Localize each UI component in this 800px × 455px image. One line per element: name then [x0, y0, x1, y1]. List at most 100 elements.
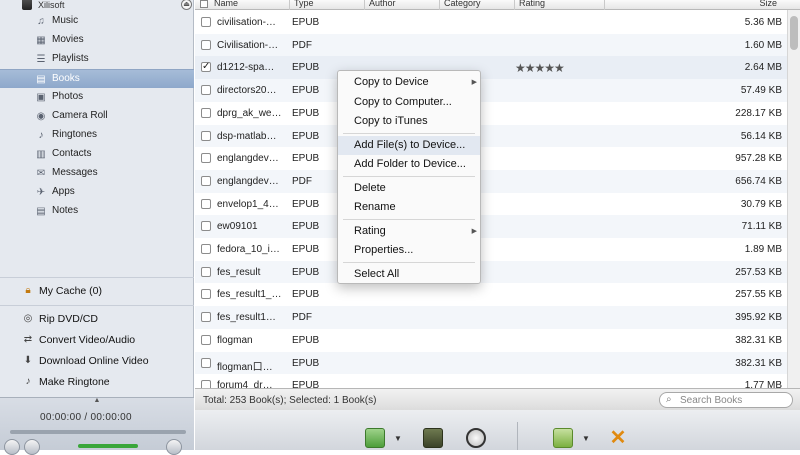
- eject-icon[interactable]: ⏏: [181, 0, 192, 10]
- column-header-size[interactable]: Size: [605, 0, 785, 10]
- collapse-toggle-icon[interactable]: ▲: [90, 397, 104, 404]
- menu-item-copy-to-computer[interactable]: Copy to Computer...: [338, 93, 480, 112]
- row-checkbox[interactable]: [201, 289, 211, 300]
- add-files-button[interactable]: [550, 426, 576, 450]
- book-size: 382.31 KB: [735, 357, 782, 369]
- sidebar-item-notes[interactable]: ▤ Notes: [0, 202, 194, 221]
- sidebar-item-camera-roll[interactable]: ◉ Camera Roll: [0, 107, 194, 126]
- sidebar-item-label: Music: [52, 15, 79, 26]
- menu-item-add-file-s-to-device[interactable]: Add File(s) to Device...: [338, 135, 480, 155]
- row-checkbox[interactable]: [201, 244, 211, 254]
- column-header-name[interactable]: Name: [210, 0, 290, 10]
- book-name: ew09101: [217, 221, 258, 233]
- tool-convert-video-audio[interactable]: ⇄ Convert Video/Audio: [0, 330, 194, 350]
- select-all-checkbox[interactable]: [200, 0, 208, 8]
- submenu-arrow-icon: ▶: [471, 227, 477, 235]
- row-checkbox[interactable]: [201, 312, 211, 323]
- row-checkbox[interactable]: [201, 380, 211, 388]
- column-header-category[interactable]: Category: [440, 0, 515, 10]
- sidebar-item-music[interactable]: ♫ Music: [0, 12, 194, 31]
- search-input[interactable]: [680, 394, 788, 406]
- tool-download-online-video[interactable]: ⬇ Download Online Video: [0, 351, 194, 371]
- table-row[interactable]: dprg_ak_we… EPUB 228.17 KB: [195, 102, 800, 125]
- column-header-type[interactable]: Type: [290, 0, 365, 10]
- menu-item-properties[interactable]: Properties...: [338, 241, 480, 260]
- column-header-rating[interactable]: Rating: [515, 0, 605, 10]
- add-to-device-button[interactable]: [362, 426, 388, 450]
- menu-item-label: Delete: [354, 181, 386, 194]
- add-to-device-icon: [365, 428, 385, 448]
- menu-item-rename[interactable]: Rename: [338, 198, 480, 217]
- export-to-computer-button[interactable]: [420, 426, 446, 450]
- table-row[interactable]: dsp-matlab… EPUB 56.14 KB: [195, 124, 800, 148]
- table-row[interactable]: forum4_dr… EPUB 1.77 MB: [195, 374, 800, 388]
- book-size: 257.53 KB: [735, 266, 782, 278]
- table-row[interactable]: envelop1_4… EPUB 30.79 KB: [195, 193, 800, 216]
- row-checkbox[interactable]: [201, 130, 211, 141]
- table-row[interactable]: civilisation-… EPUB 5.36 MB: [195, 11, 800, 34]
- vertical-scrollbar[interactable]: [787, 10, 800, 388]
- prev-button[interactable]: [4, 439, 20, 455]
- tool-make-ringtone[interactable]: ♪ Make Ringtone: [0, 372, 194, 392]
- table-row[interactable]: flogman口… EPUB 382.31 KB: [195, 351, 800, 375]
- row-checkbox[interactable]: [201, 221, 211, 232]
- row-checkbox[interactable]: [201, 198, 211, 209]
- table-row[interactable]: englangdev… PDF 656.74 KB: [195, 169, 800, 193]
- table-row[interactable]: flogman EPUB 382.31 KB: [195, 329, 800, 352]
- tool-rip-dvd-cd[interactable]: ◎ Rip DVD/CD: [0, 309, 194, 329]
- sidebar-item-playlists[interactable]: ☰ Playlists: [0, 50, 194, 69]
- rating-stars[interactable]: ★★★★★: [515, 61, 565, 75]
- table-row[interactable]: directors20… EPUB 57.49 KB: [195, 79, 800, 102]
- sidebar-item-movies[interactable]: ▦ Movies: [0, 31, 194, 50]
- sidebar-item-photos[interactable]: ▣ Photos: [0, 88, 194, 107]
- sidebar-item-contacts[interactable]: ▥ Contacts: [0, 145, 194, 164]
- menu-item-copy-to-itunes[interactable]: Copy to iTunes: [338, 112, 480, 131]
- menu-item-select-all[interactable]: Select All: [338, 265, 480, 284]
- row-checkbox[interactable]: [201, 266, 211, 277]
- row-checkbox[interactable]: [201, 107, 211, 118]
- menu-item-copy-to-device[interactable]: Copy to Device ▶: [338, 73, 480, 92]
- row-checkbox[interactable]: [201, 357, 211, 368]
- table-row[interactable]: fes_result1_… EPUB 257.55 KB: [195, 283, 800, 306]
- sidebar-item-messages[interactable]: ✉ Messages: [0, 164, 194, 183]
- table-row[interactable]: fes_result EPUB 257.53 KB: [195, 260, 800, 284]
- menu-item-rating[interactable]: Rating ▶: [338, 222, 480, 241]
- row-checkbox[interactable]: [201, 85, 211, 96]
- scrollbar-thumb[interactable]: [790, 16, 798, 50]
- book-name: flogman: [217, 334, 253, 346]
- table-row[interactable]: fes_result1… PDF 395.92 KB: [195, 306, 800, 329]
- column-header-author[interactable]: Author: [365, 0, 440, 10]
- sidebar-item-ringtones[interactable]: ♪ Ringtones: [0, 126, 194, 145]
- settings-button[interactable]: [166, 439, 182, 455]
- export-to-itunes-button[interactable]: [463, 426, 489, 450]
- table-row[interactable]: englangdev… EPUB 957.28 KB: [195, 147, 800, 170]
- book-name: fedora_10_i…: [217, 244, 280, 255]
- dropdown-arrow-icon[interactable]: ▼: [394, 434, 402, 443]
- table-row[interactable]: Civilisation-… PDF 1.60 MB: [195, 33, 800, 57]
- table-row[interactable]: ew09101 EPUB 71.11 KB: [195, 215, 800, 238]
- my-cache-item[interactable]: 🔒︎ My Cache (0): [0, 281, 194, 301]
- row-checkbox[interactable]: [201, 153, 211, 164]
- seek-slider[interactable]: [10, 430, 186, 434]
- menu-item-delete[interactable]: Delete: [338, 179, 480, 198]
- search-box[interactable]: ⌕: [659, 392, 793, 408]
- book-size: 257.55 KB: [735, 289, 782, 301]
- table-row[interactable]: fedora_10_i… EPUB 1.89 MB: [195, 238, 800, 261]
- delete-button[interactable]: ✕: [605, 426, 631, 450]
- apps-icon: ✈: [36, 187, 46, 198]
- row-checkbox[interactable]: ✓: [201, 62, 211, 73]
- row-checkbox[interactable]: [201, 175, 211, 186]
- play-button[interactable]: [24, 439, 40, 455]
- dropdown-arrow-icon[interactable]: ▼: [582, 434, 590, 443]
- book-size: 656.74 KB: [735, 175, 782, 187]
- row-checkbox[interactable]: [201, 39, 211, 50]
- row-checkbox[interactable]: [201, 334, 211, 345]
- volume-slider[interactable]: [78, 444, 138, 448]
- device-row[interactable]: Xilisoft ⏏: [0, 0, 194, 12]
- sidebar-item-books[interactable]: ▤ Books: [0, 69, 194, 88]
- menu-item-add-folder-to-device[interactable]: Add Folder to Device...: [338, 155, 480, 174]
- music-note-icon: ♫: [37, 16, 45, 27]
- sidebar-item-apps[interactable]: ✈ Apps: [0, 183, 194, 202]
- table-row[interactable]: ✓ d1212-spa… EPUB ★★★★★ 2.64 MB: [195, 56, 800, 80]
- row-checkbox[interactable]: [201, 17, 211, 27]
